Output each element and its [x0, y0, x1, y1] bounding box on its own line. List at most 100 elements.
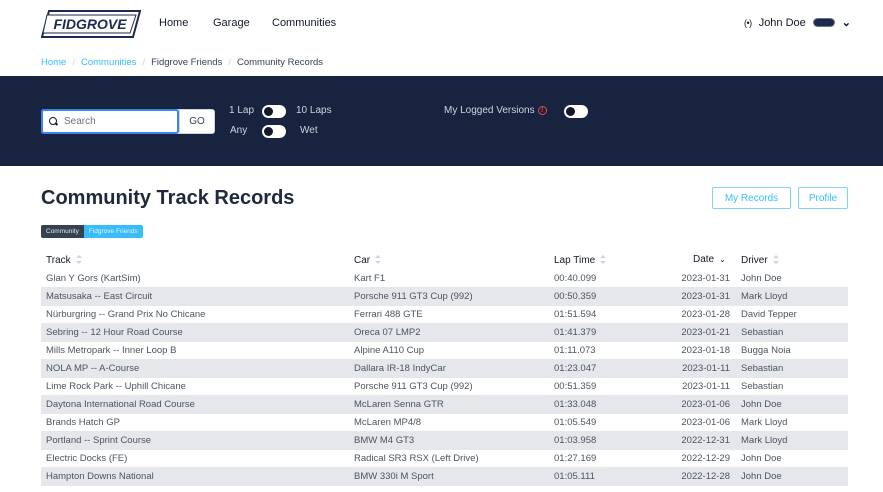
- nav-communities-link[interactable]: Communities: [272, 17, 336, 29]
- nav-home-link[interactable]: Home: [159, 17, 188, 29]
- my-records-button[interactable]: My Records: [712, 187, 791, 209]
- column-driver[interactable]: Driver: [741, 254, 779, 266]
- cell-car: BMW 330i M Sport: [354, 471, 434, 482]
- table-row[interactable]: Brands Hatch GP McLaren MP4/8 01:05.549 202…: [41, 414, 848, 432]
- search-box: GO: [41, 109, 215, 134]
- cell-driver: Sebastian: [741, 363, 784, 374]
- cell-lap-time: 01:03.958: [554, 435, 597, 446]
- cell-lap-time: 01:05.549: [554, 417, 597, 428]
- column-driver-label: Driver: [741, 254, 768, 266]
- breadcrumb-communities[interactable]: Communities: [81, 57, 136, 68]
- cell-lap-time: 01:11.073: [554, 345, 596, 356]
- cell-track: Lime Rock Park -- Uphill Chicane: [46, 381, 186, 392]
- cell-lap-time: 01:23.047: [554, 363, 597, 374]
- cell-track: Portland -- Sprint Course: [46, 435, 152, 446]
- logged-versions-toggle[interactable]: [564, 105, 588, 118]
- cell-driver: John Doe: [741, 399, 782, 410]
- cell-driver: John Doe: [741, 453, 782, 464]
- fidgrove-logo[interactable]: FIDGROVE: [41, 10, 141, 38]
- cell-car: McLaren Senna GTR: [354, 399, 444, 410]
- column-track[interactable]: Track: [46, 254, 82, 266]
- cell-date: 2023-01-28: [681, 309, 730, 320]
- sort-icon: [772, 254, 779, 266]
- breadcrumb-fidgrove-friends[interactable]: Fidgrove Friends: [151, 57, 222, 68]
- cell-track: Glan Y Gors (KartSim): [46, 273, 141, 284]
- table-row[interactable]: Matsusaka -- East Circuit Porsche 911 GT3…: [41, 288, 848, 306]
- search-field[interactable]: [41, 109, 179, 134]
- chevron-down-icon[interactable]: ⌄: [842, 16, 851, 29]
- weather-toggle[interactable]: [262, 125, 286, 138]
- sort-icon: [375, 254, 382, 266]
- cell-date: 2023-01-06: [681, 399, 730, 410]
- breadcrumb-separator: /: [142, 57, 146, 68]
- table-row[interactable]: Hampton Downs National BMW 330i M Sport 01…: [41, 468, 848, 486]
- cell-car: Alpine A110 Cup: [354, 345, 425, 356]
- column-date[interactable]: Date ⌄: [693, 254, 726, 265]
- table-row[interactable]: Glan Y Gors (KartSim) Kart F1 00:40.099 202…: [41, 270, 848, 288]
- page-title: Community Track Records: [41, 187, 295, 209]
- table-row[interactable]: Nürburgring -- Grand Prix No Chicane Ferr…: [41, 306, 848, 324]
- cell-date: 2023-01-11: [682, 381, 730, 392]
- segment-fidgrove-friends[interactable]: Fidgrove Friends: [83, 225, 143, 238]
- cell-track: NOLA MP -- A-Course: [46, 363, 140, 374]
- cell-driver: Mark Lloyd: [741, 417, 788, 428]
- column-car[interactable]: Car: [354, 254, 382, 266]
- cell-car: Porsche 911 GT3 Cup (992): [354, 381, 473, 392]
- table-row[interactable]: Electric Docks (FE) Radical SR3 RSX (Left…: [41, 450, 848, 468]
- cell-driver: Sebastian: [741, 381, 784, 392]
- lap-1-label: 1 Lap: [229, 105, 255, 116]
- cell-lap-time: 01:41.379: [554, 327, 597, 338]
- cell-track: Nürburgring -- Grand Prix No Chicane: [46, 309, 206, 320]
- column-track-label: Track: [46, 254, 71, 266]
- cell-track: Matsusaka -- East Circuit: [46, 291, 153, 302]
- user-menu[interactable]: (•) John Doe ⌄: [744, 16, 851, 30]
- cell-track: Daytona International Road Course: [46, 399, 195, 410]
- lap-count-toggle[interactable]: [262, 105, 286, 118]
- breadcrumb-separator: /: [228, 57, 231, 68]
- cell-track: Brands Hatch GP: [46, 417, 120, 428]
- cell-date: 2022-12-28: [681, 471, 730, 482]
- breadcrumb: Home / Communities / Fidgrove Friends / …: [41, 57, 323, 68]
- cell-driver: John Doe: [741, 471, 782, 482]
- cell-track: Hampton Downs National: [46, 471, 154, 482]
- search-input[interactable]: [64, 116, 174, 127]
- cell-car: Dallara IR-18 IndyCar: [354, 363, 446, 374]
- table-row[interactable]: Mills Metropark -- Inner Loop B Alpine A1…: [41, 342, 848, 360]
- lap-10-label: 10 Laps: [296, 105, 332, 116]
- segment-community[interactable]: Community: [41, 225, 84, 238]
- column-lap-time-label: Lap Time: [554, 254, 596, 266]
- cell-lap-time: 01:27.169: [554, 453, 597, 464]
- cell-date: 2023-01-21: [681, 327, 730, 338]
- go-button[interactable]: GO: [179, 110, 214, 133]
- logged-versions-text: My Logged Versions: [444, 105, 535, 116]
- cell-lap-time: 00:51.359: [554, 381, 597, 392]
- cell-lap-time: 00:40.099: [554, 273, 597, 284]
- nav-garage-link[interactable]: Garage: [213, 17, 250, 29]
- table-row[interactable]: Lime Rock Park -- Uphill Chicane Porsche …: [41, 378, 848, 396]
- cell-lap-time: 00:50.359: [554, 291, 597, 302]
- column-car-label: Car: [354, 254, 371, 266]
- cell-lap-time: 01:05.111: [554, 471, 595, 482]
- cell-car: McLaren MP4/8: [354, 417, 422, 428]
- cell-date: 2023-01-06: [681, 417, 730, 428]
- breadcrumb-separator: /: [72, 57, 75, 68]
- column-lap-time[interactable]: Lap Time: [554, 254, 607, 266]
- cell-car: Oreca 07 LMP2: [354, 327, 421, 338]
- user-name: John Doe: [758, 16, 806, 29]
- table-row[interactable]: Daytona International Road Course McLaren…: [41, 396, 848, 414]
- table-row[interactable]: Portland -- Sprint Course BMW M4 GT3 01:03…: [41, 432, 848, 450]
- table-header: Track Car Lap Time Date ⌄ Driver: [41, 250, 848, 270]
- cell-date: 2023-01-31: [681, 273, 730, 284]
- table-row[interactable]: Sebring -- 12 Hour Road Course Oreca 07 L…: [41, 324, 848, 342]
- cell-car: BMW M4 GT3: [354, 435, 415, 446]
- table-row[interactable]: NOLA MP -- A-Course Dallara IR-18 IndyCar…: [41, 360, 848, 378]
- profile-button[interactable]: Profile: [798, 187, 848, 209]
- sort-icon: [75, 254, 82, 266]
- warning-icon[interactable]: !: [537, 105, 547, 115]
- cell-car: Ferrari 488 GTE: [354, 309, 423, 320]
- cell-driver: Mark Lloyd: [741, 435, 788, 446]
- cell-driver: Bugga Noia: [741, 345, 791, 356]
- breadcrumb-home[interactable]: Home: [41, 57, 66, 68]
- cell-car: Porsche 911 GT3 Cup (992): [354, 291, 473, 302]
- logged-versions-label: My Logged Versions!: [444, 105, 547, 116]
